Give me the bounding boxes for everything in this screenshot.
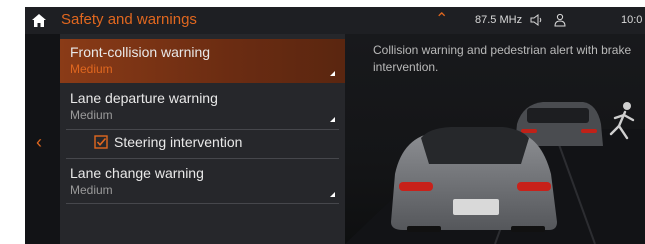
menu-item-value: Medium [70, 62, 113, 76]
menu-item-label: Lane departure warning [70, 90, 218, 106]
speaker-icon [530, 14, 542, 26]
settings-list: Front-collision warning Medium Lane depa… [60, 34, 345, 244]
submenu-corner-icon [330, 192, 335, 197]
chevron-up-icon[interactable]: ⌃ [435, 10, 448, 30]
steering-intervention-label: Steering intervention [114, 134, 243, 150]
submenu-corner-icon [330, 117, 335, 122]
checkbox-checked-icon [94, 135, 108, 149]
steering-intervention-checkbox[interactable]: Steering intervention [60, 130, 345, 158]
home-icon [31, 14, 46, 27]
clock: 10:0 [621, 14, 643, 26]
menu-item-front-collision[interactable]: Front-collision warning Medium [60, 39, 345, 83]
submenu-corner-icon [330, 71, 335, 76]
car-rear-graphic [391, 127, 557, 232]
status-bar: Safety and warnings ⌃ 87.5 MHz 10:0 [25, 7, 645, 34]
radio-frequency: 87.5 MHz [475, 14, 523, 26]
divider [66, 203, 339, 204]
menu-item-value: Medium [70, 108, 113, 122]
menu-item-lane-change[interactable]: Lane change warning Medium [60, 160, 345, 204]
menu-item-label: Front-collision warning [70, 44, 211, 60]
left-rail: ‹ [25, 34, 60, 244]
info-panel: Collision warning and pedestrian alert w… [345, 34, 645, 244]
idrive-screen: Safety and warnings ⌃ 87.5 MHz 10:0 ‹ Fr… [25, 7, 645, 244]
menu-item-lane-departure[interactable]: Lane departure warning Medium [60, 85, 345, 129]
menu-item-value: Medium [70, 183, 113, 197]
user-icon [554, 13, 566, 27]
car-illustration [345, 102, 645, 244]
menu-item-label: Lane change warning [70, 165, 204, 181]
back-chevron-icon[interactable]: ‹ [36, 132, 42, 152]
page-title: Safety and warnings [61, 11, 197, 28]
home-button[interactable] [25, 7, 52, 34]
divider [66, 158, 339, 159]
